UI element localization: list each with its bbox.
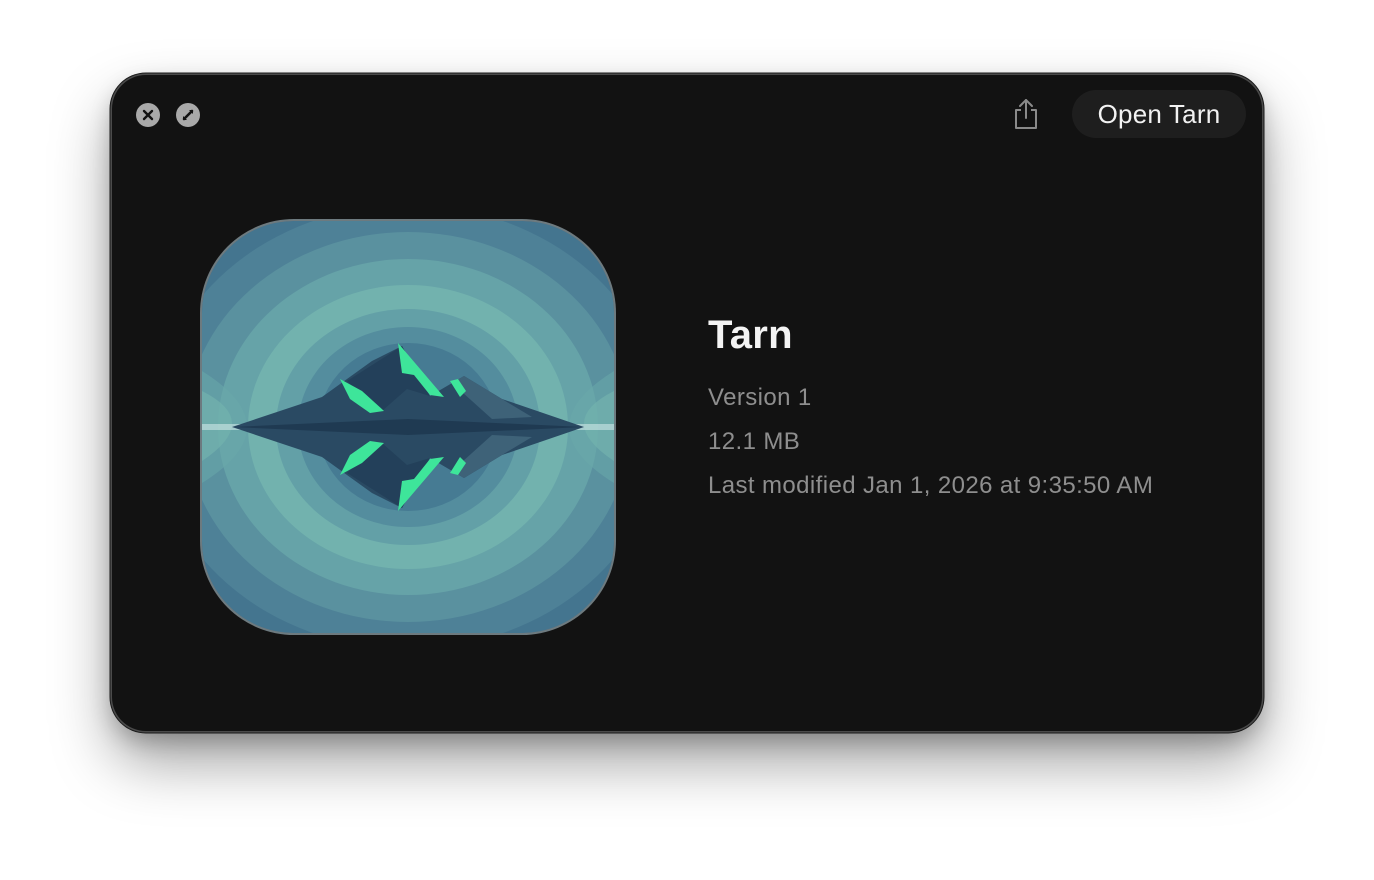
app-version: Version 1 [708,384,812,411]
quick-look-window: Open Tarn Tarn Version 1 12.1 MB Last mo… [112,75,1262,731]
app-size: 12.1 MB [708,428,801,455]
close-icon[interactable] [136,103,160,127]
window-controls [136,103,200,127]
tarn-app-icon [202,221,614,633]
app-info: Tarn Version 1 12.1 MB Last modified Jan… [708,313,1153,508]
app-name: Tarn [708,313,793,357]
app-modified-date: Last modified Jan 1, 2026 at 9:35:50 AM [708,472,1154,499]
share-icon[interactable] [1010,97,1042,131]
fullscreen-icon[interactable] [176,103,200,127]
open-app-button[interactable]: Open Tarn [1072,90,1246,138]
